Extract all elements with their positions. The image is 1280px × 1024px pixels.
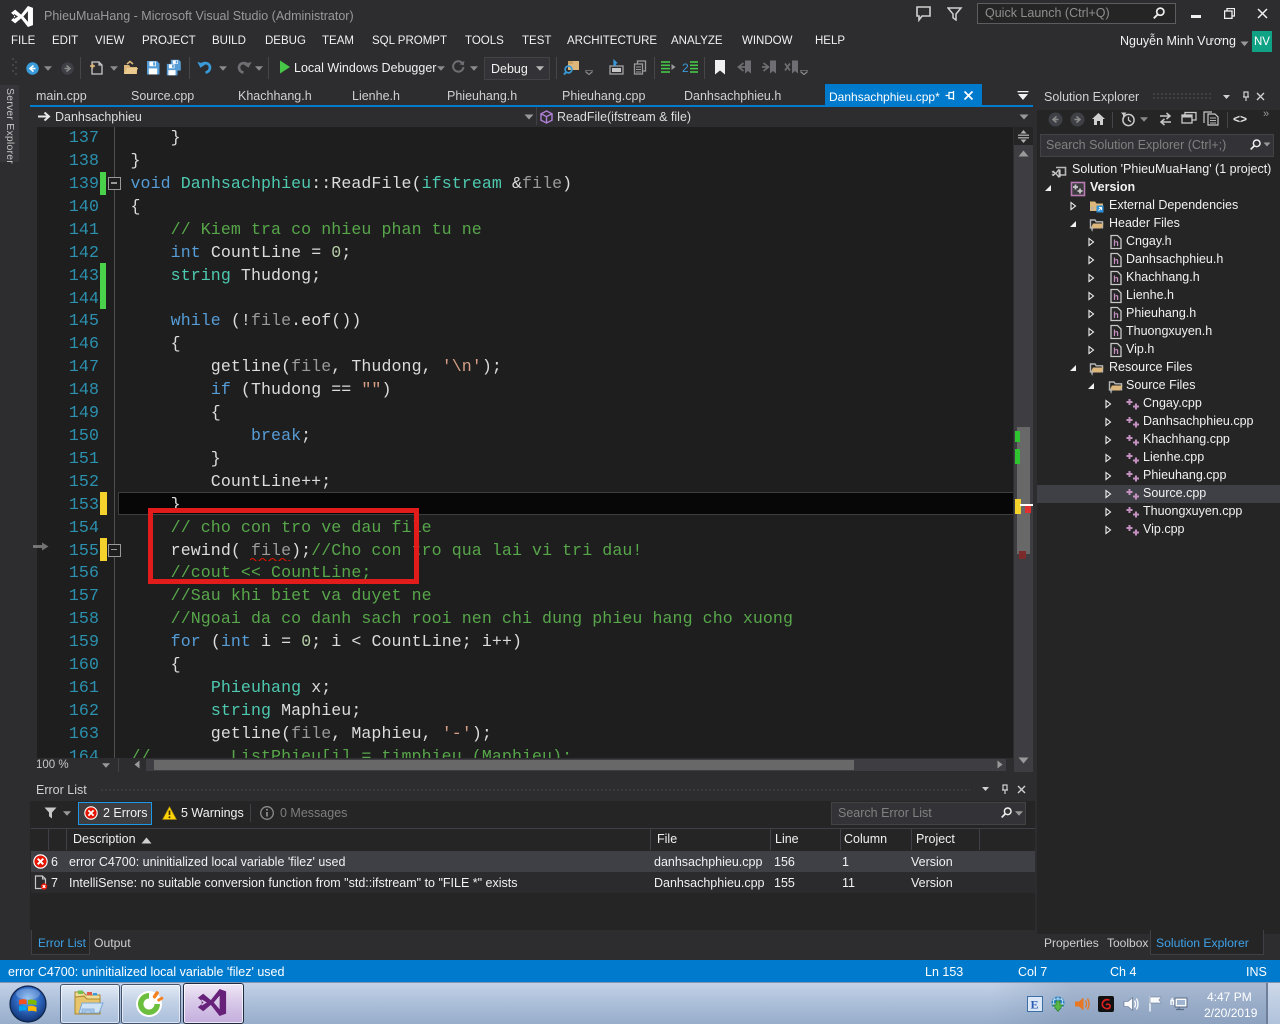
svg-text:E: E	[1031, 998, 1039, 1012]
svg-text:2: 2	[682, 61, 689, 74]
